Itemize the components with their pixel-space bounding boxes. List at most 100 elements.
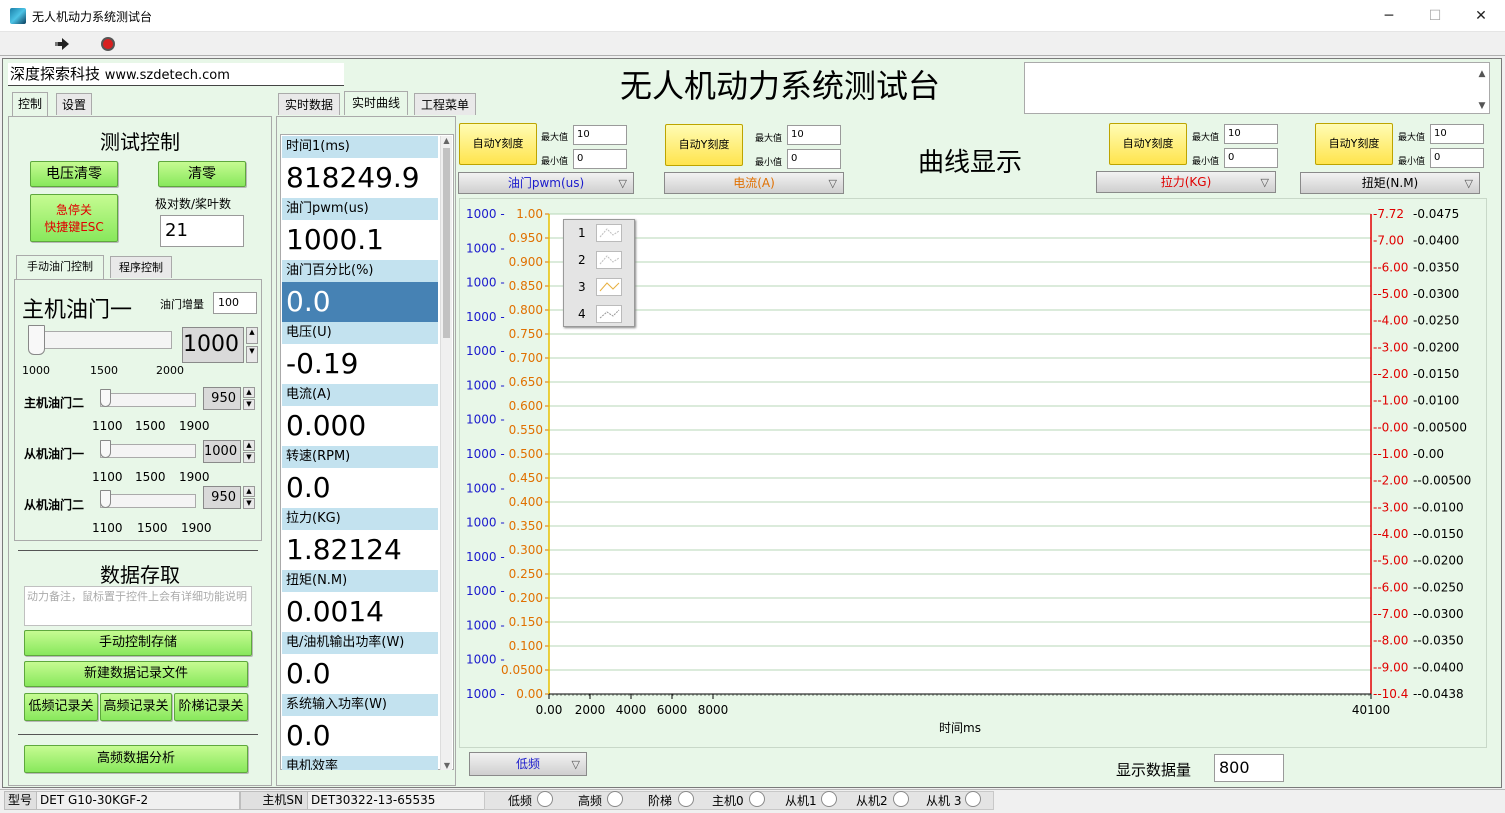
legend-label: 2 — [578, 253, 586, 267]
channel-select-1[interactable]: 油门pwm(us) ▽ — [458, 172, 634, 194]
y-tick-label: 1000 - — [466, 653, 505, 667]
channel-select-4[interactable]: 扭矩(N.M) ▽ — [1300, 172, 1480, 194]
y-tick-label: -0.0100 — [1413, 394, 1459, 408]
run-arrow-icon[interactable] — [54, 37, 70, 51]
slave-throttle2-up[interactable]: ▲ — [243, 486, 255, 497]
manual-save-button[interactable]: 手动控制存储 — [24, 630, 252, 656]
y-tick-label: -0.0300 — [1413, 287, 1459, 301]
tab-program-control[interactable]: 程序控制 — [110, 256, 172, 278]
slave-throttle2-down[interactable]: ▼ — [243, 498, 255, 509]
max-label-2: 最大值 — [755, 134, 783, 144]
minimize-button[interactable]: ─ — [1366, 4, 1412, 28]
y-tick-label: --1.00 — [1373, 447, 1408, 461]
channel-select-2-value: 电流(A) — [733, 176, 775, 190]
main-throttle2-down[interactable]: ▼ — [243, 399, 255, 410]
y-tick-label: 1000 - — [466, 241, 505, 255]
tab-settings[interactable]: 设置 — [56, 93, 92, 115]
y-tick-label: 1000 - — [466, 447, 505, 461]
channel-select-2[interactable]: 电流(A) ▽ — [664, 172, 844, 194]
slave-throttle1-tick-max: 1900 — [179, 470, 210, 484]
x-axis-label: 时间ms — [939, 721, 981, 735]
y-tick-label: --8.00 — [1373, 634, 1408, 648]
emergency-stop-button[interactable]: 急停关 快捷键ESC — [30, 194, 118, 242]
slave-throttle1-thumb[interactable] — [100, 440, 111, 458]
reading-value: -0.19 — [282, 344, 438, 384]
new-record-file-button[interactable]: 新建数据记录文件 — [24, 661, 248, 687]
channel-select-3[interactable]: 拉力(KG) ▽ — [1096, 171, 1276, 193]
legend-label: 1 — [578, 226, 586, 240]
y-tick-label: 0.700 — [509, 351, 543, 365]
max-input-2[interactable]: 10 — [787, 125, 841, 145]
slave-throttle2-slider[interactable] — [100, 494, 196, 508]
auto-y-scale-button-3[interactable]: 自动Y刻度 — [1109, 123, 1187, 165]
tab-engineering-menu[interactable]: 工程菜单 — [414, 93, 476, 115]
main-throttle1-up[interactable]: ▲ — [246, 327, 258, 344]
slave-throttle2-value[interactable]: 950 — [203, 486, 241, 509]
increment-input[interactable]: 100 — [213, 292, 257, 314]
slave-throttle2-thumb[interactable] — [100, 490, 111, 508]
message-scrollbar[interactable]: ▲ ▼ — [1475, 63, 1489, 113]
stop-icon[interactable] — [100, 36, 116, 52]
low-record-button[interactable]: 低频记录关 — [24, 693, 98, 721]
y-tick-label: 0.450 — [509, 471, 543, 485]
min-input-3[interactable]: 0 — [1224, 148, 1278, 168]
estop-label: 急停关 — [55, 203, 92, 217]
reading-value: 0.0 — [282, 716, 438, 756]
led-label-low: 低频 — [508, 794, 533, 808]
reading-label: 扭矩(N.M) — [282, 570, 438, 592]
y-tick-label: 1000 - — [466, 618, 505, 632]
main-throttle1-value[interactable]: 1000 — [182, 327, 244, 363]
slave-throttle1-down[interactable]: ▼ — [243, 452, 255, 463]
auto-y-scale-button-2[interactable]: 自动Y刻度 — [665, 124, 743, 166]
high-freq-analysis-button[interactable]: 高频数据分析 — [24, 745, 248, 773]
y-tick-label: --0.00500 — [1413, 474, 1471, 488]
auto-y-scale-button-4[interactable]: 自动Y刻度 — [1315, 123, 1393, 165]
maximize-button[interactable]: ☐ — [1412, 4, 1458, 28]
sample-mode-select[interactable]: 低频 ▽ — [469, 752, 587, 776]
main-throttle2-value[interactable]: 950 — [203, 387, 241, 410]
message-box[interactable]: ▲ ▼ — [1024, 62, 1490, 114]
min-input-2[interactable]: 0 — [787, 149, 841, 169]
max-input-4[interactable]: 10 — [1430, 124, 1484, 144]
auto-y-scale-button-1[interactable]: 自动Y刻度 — [459, 123, 537, 165]
zero-button[interactable]: 清零 — [158, 161, 246, 187]
main-throttle1-label: 主机油门一 — [22, 298, 133, 323]
legend-swatch — [596, 305, 622, 323]
tab-realtime-curve[interactable]: 实时曲线 — [344, 91, 408, 115]
note-textarea[interactable]: 动力备注，鼠标置于控件上会有详细功能说明 — [24, 586, 252, 626]
readings-scrollbar[interactable]: ▲ ▼ — [440, 136, 452, 770]
main-throttle1-thumb[interactable] — [28, 325, 45, 355]
step-record-button[interactable]: 阶梯记录关 — [174, 693, 248, 721]
reading-value: 818249.9 — [282, 158, 438, 198]
high-record-button[interactable]: 高频记录关 — [100, 693, 172, 721]
slave-throttle1-value[interactable]: 1000 — [203, 440, 241, 463]
close-button[interactable]: ✕ — [1458, 4, 1504, 28]
max-input-3[interactable]: 10 — [1224, 124, 1278, 144]
main-throttle2-thumb[interactable] — [100, 389, 111, 407]
voltage-zero-button[interactable]: 电压清零 — [30, 161, 118, 187]
slave-throttle1-slider[interactable] — [100, 444, 196, 458]
led-label-step: 阶梯 — [648, 794, 673, 808]
display-count-input[interactable]: 800 — [1214, 754, 1284, 782]
display-count-label: 显示数据量 — [1116, 761, 1192, 779]
reading-label: 电压(U) — [282, 322, 438, 344]
led-master0 — [749, 791, 765, 807]
min-input-4[interactable]: 0 — [1430, 148, 1484, 168]
poles-input[interactable]: 21 — [160, 215, 244, 247]
main-throttle1-slider[interactable] — [28, 331, 172, 349]
plot-legend[interactable]: 1 2 3 4 — [563, 219, 635, 327]
company-name: 深度探索科技 — [10, 65, 101, 83]
min-label-3: 最小值 — [1192, 157, 1220, 167]
main-throttle2-slider[interactable] — [100, 393, 196, 407]
y-tick-label: -0.00500 — [1413, 420, 1467, 434]
main-throttle1-down[interactable]: ▼ — [246, 346, 258, 363]
slave-throttle1-up[interactable]: ▲ — [243, 440, 255, 451]
tab-manual-throttle[interactable]: 手动油门控制 — [16, 255, 104, 279]
tab-control[interactable]: 控制 — [12, 92, 48, 116]
reading-value-selected[interactable]: 0.0 — [282, 282, 438, 322]
max-input-1[interactable]: 10 — [573, 125, 627, 145]
y-tick-label: 0.00 — [516, 687, 543, 701]
tab-realtime-data[interactable]: 实时数据 — [278, 93, 340, 115]
main-throttle2-up[interactable]: ▲ — [243, 387, 255, 398]
min-input-1[interactable]: 0 — [573, 149, 627, 169]
